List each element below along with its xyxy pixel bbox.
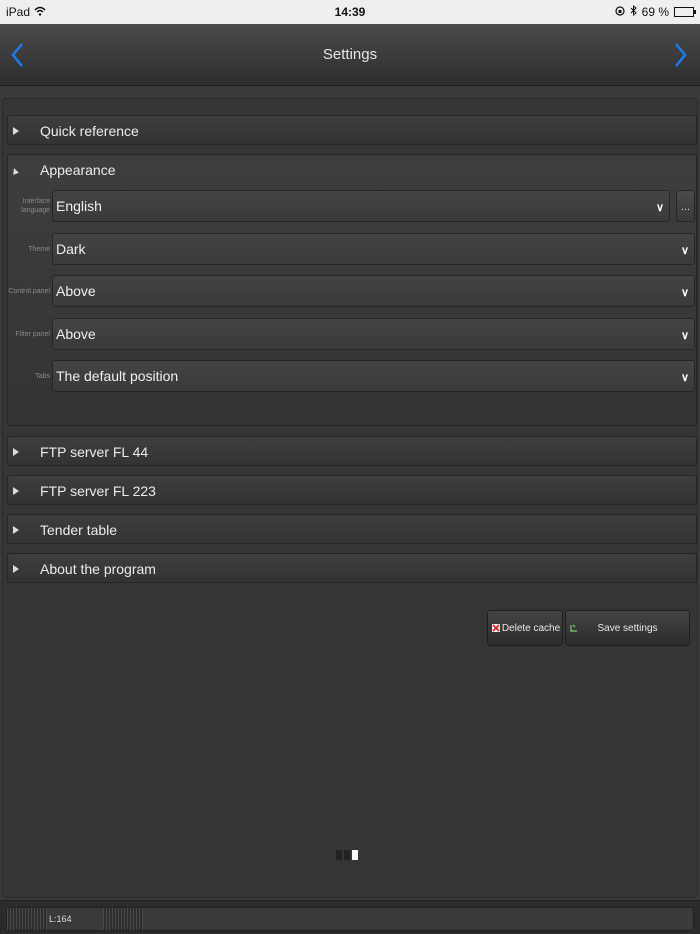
save-icon: [570, 624, 577, 632]
chevron-down-icon: ∨: [655, 202, 664, 214]
chevron-down-icon: ∨: [680, 245, 689, 257]
tabs-label: Tabs: [35, 372, 50, 380]
status-bar: iPad 14:39 69 %: [0, 0, 700, 24]
row-interface-language: Interface language English ∨ ...: [8, 190, 698, 222]
row-control-panel: Control panel Above ∨: [8, 275, 698, 307]
section-quick-reference[interactable]: Quick reference: [7, 115, 697, 145]
triangle-icon: [11, 167, 19, 175]
chevron-right-icon: [675, 43, 687, 67]
chevron-down-icon: ∨: [680, 372, 689, 384]
interface-language-select[interactable]: English ∨: [52, 190, 670, 222]
theme-select[interactable]: Dark ∨: [52, 233, 695, 265]
row-filter-panel: Filter panel Above ∨: [8, 318, 698, 350]
control-panel-select[interactable]: Above ∨: [52, 275, 695, 307]
row-tabs: Tabs The default position ∨: [8, 360, 698, 392]
language-more-button[interactable]: ...: [676, 190, 695, 222]
footer: L:164: [0, 900, 700, 934]
battery-percent: 69 %: [641, 5, 669, 19]
section-title: Tender table: [40, 522, 118, 538]
page-title: Settings: [322, 46, 378, 63]
save-settings-label: Save settings: [597, 622, 658, 634]
triangle-icon: [13, 565, 19, 573]
back-button[interactable]: [2, 38, 32, 72]
page-indicator: [336, 850, 358, 860]
delete-cache-button[interactable]: Delete cache: [487, 610, 563, 646]
chevron-down-icon: ∨: [680, 330, 689, 342]
section-title: FTP server FL 223: [40, 483, 156, 499]
section-title: About the program: [40, 561, 156, 577]
footer-scroll-handle[interactable]: [103, 908, 143, 930]
section-about[interactable]: About the program: [7, 553, 697, 583]
rotation-lock-icon: [615, 5, 625, 19]
select-value: Dark: [56, 241, 86, 257]
interface-language-label: Interface language: [21, 198, 50, 214]
row-theme: Theme Dark ∨: [8, 233, 698, 265]
page-dot[interactable]: [336, 850, 342, 860]
footer-grip[interactable]: [7, 908, 47, 930]
wifi-icon: [34, 5, 46, 19]
save-settings-button[interactable]: Save settings: [565, 610, 690, 646]
footer-bar: L:164: [6, 907, 694, 931]
device-name: iPad: [6, 5, 31, 19]
filter-panel-select[interactable]: Above ∨: [52, 318, 695, 350]
section-appearance: Appearance Interface language English ∨ …: [7, 154, 697, 426]
select-value: Above: [56, 326, 96, 342]
settings-panel: Quick reference Appearance Interface lan…: [2, 98, 698, 898]
battery-icon: [674, 7, 696, 17]
section-title: Quick reference: [40, 123, 139, 139]
section-ftp-223[interactable]: FTP server FL 223: [7, 475, 697, 505]
section-title: FTP server FL 44: [40, 444, 149, 460]
select-value: English: [56, 198, 102, 214]
bluetooth-icon: [630, 4, 637, 19]
triangle-icon: [13, 487, 19, 495]
forward-button[interactable]: [666, 38, 696, 72]
navigation-bar: Settings: [0, 24, 700, 86]
appearance-header[interactable]: Appearance: [8, 155, 696, 185]
control-panel-label: Control panel: [8, 287, 50, 295]
select-value: The default position: [56, 368, 179, 384]
triangle-icon: [13, 448, 19, 456]
tabs-select[interactable]: The default position ∨: [52, 360, 695, 392]
status-time: 14:39: [334, 5, 366, 19]
filter-panel-label: Filter panel: [15, 330, 50, 338]
delete-icon: [492, 624, 500, 632]
chevron-down-icon: ∨: [680, 287, 689, 299]
section-ftp-44[interactable]: FTP server FL 44: [7, 436, 697, 466]
triangle-icon: [13, 127, 19, 135]
delete-cache-label: Delete cache: [501, 622, 561, 634]
footer-label: L:164: [49, 914, 72, 924]
chevron-left-icon: [11, 43, 23, 67]
triangle-icon: [13, 526, 19, 534]
section-title: Appearance: [40, 162, 116, 178]
section-tender-table[interactable]: Tender table: [7, 514, 697, 544]
page-dot[interactable]: [344, 850, 350, 860]
theme-label: Theme: [28, 245, 50, 253]
select-value: Above: [56, 283, 96, 299]
page-dot-active[interactable]: [352, 850, 358, 860]
